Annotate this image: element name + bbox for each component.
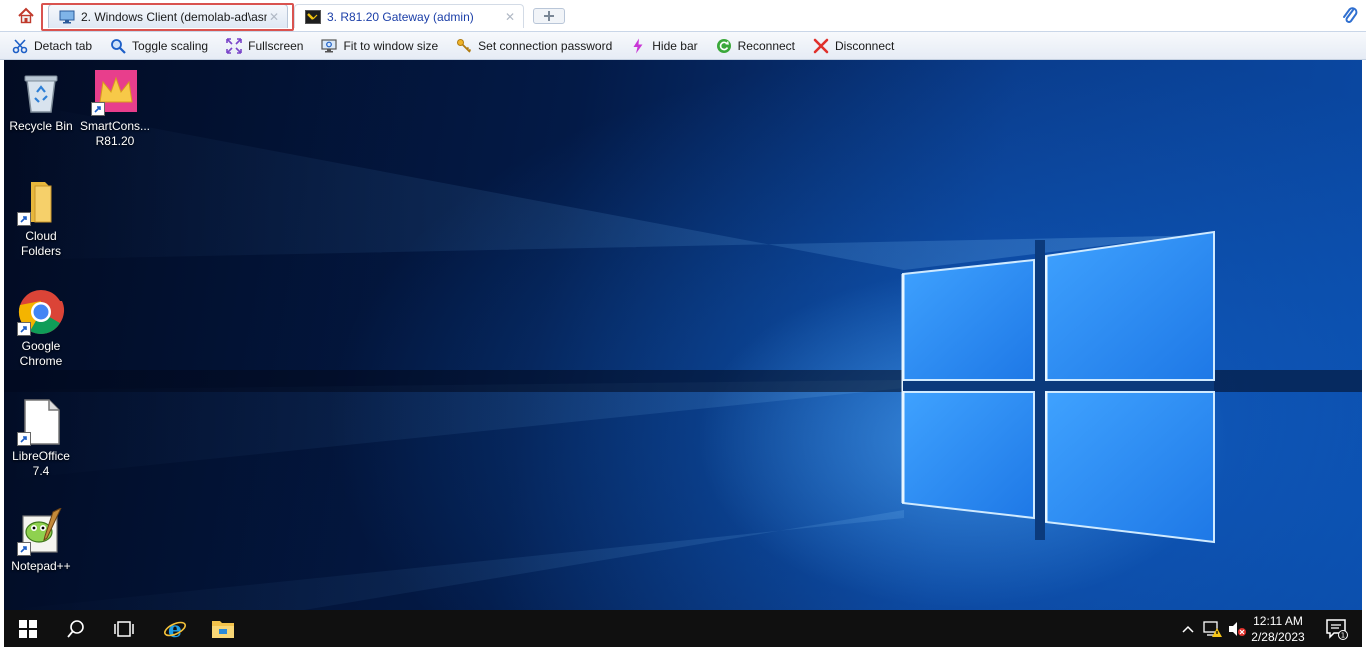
- clock-time: 12:11 AM: [1253, 614, 1303, 628]
- plus-icon: [544, 11, 554, 21]
- remote-desktop[interactable]: Recycle Bin SmartCons... R81.20 Cloud Fo…: [4, 60, 1362, 610]
- task-view-icon: [114, 620, 134, 637]
- smartconsole-icon: [91, 68, 139, 116]
- tab-r81-gateway[interactable]: 3. R81.20 Gateway (admin) ✕: [294, 4, 524, 28]
- tab-label: 2. Windows Client (demolab-ad\asmi: [81, 9, 267, 24]
- internet-explorer-icon: e: [164, 617, 186, 641]
- desktop-icon-smartconsole[interactable]: SmartCons... R81.20: [78, 68, 152, 149]
- hide-bar-label: Hide bar: [652, 38, 698, 53]
- desktop-icon-recycle-bin[interactable]: Recycle Bin: [4, 68, 78, 134]
- shortcut-arrow-icon: [17, 542, 31, 556]
- detach-tab-label: Detach tab: [34, 38, 93, 53]
- search-button[interactable]: [56, 610, 96, 647]
- red-x-icon: [813, 38, 829, 53]
- paperclip-icon[interactable]: [1342, 6, 1358, 26]
- scissors-icon: [12, 38, 28, 53]
- taskbar: e 12:11 AM 2/28/2023 1: [4, 610, 1362, 647]
- tab-strip: 2. Windows Client (demolab-ad\asmi ✕ 3. …: [0, 0, 1366, 32]
- notification-icon: 1: [1326, 618, 1348, 640]
- desktop-icon-label: Cloud Folders: [20, 229, 61, 258]
- fit-to-window-label: Fit to window size: [343, 38, 439, 53]
- notification-count: 1: [1341, 631, 1345, 639]
- desktop-icon-label: Notepad++: [11, 559, 71, 573]
- start-button[interactable]: [8, 610, 48, 647]
- folder-icon: [17, 178, 65, 226]
- monitor-icon: [59, 10, 75, 23]
- file-explorer-button[interactable]: [202, 610, 244, 647]
- desktop-icon-cloud-folders[interactable]: Cloud Folders: [4, 178, 78, 259]
- shortcut-arrow-icon: [17, 212, 31, 226]
- hide-bar-button[interactable]: Hide bar: [626, 34, 701, 58]
- search-icon: [67, 619, 84, 638]
- disconnect-label: Disconnect: [835, 38, 895, 53]
- reconnect-label: Reconnect: [737, 38, 795, 53]
- action-center-button[interactable]: 1: [1320, 610, 1354, 647]
- monitor-fit-icon: [321, 38, 338, 52]
- desktop-icon-notepadpp[interactable]: Notepad++: [4, 506, 78, 574]
- internet-explorer-button[interactable]: e: [154, 610, 196, 647]
- home-button[interactable]: [14, 5, 38, 27]
- chevron-up-icon: [1182, 625, 1194, 633]
- desktop-icon-label: SmartCons... R81.20: [79, 119, 151, 148]
- home-icon: [18, 7, 34, 24]
- key-icon: [457, 38, 472, 53]
- file-explorer-icon: [212, 620, 234, 638]
- reconnect-button[interactable]: Reconnect: [712, 34, 799, 58]
- desktop-icon-libreoffice[interactable]: LibreOffice 7.4: [4, 398, 78, 479]
- tab-label: 3. R81.20 Gateway (admin): [327, 9, 474, 24]
- volume-tray-button[interactable]: [1226, 610, 1248, 647]
- fit-to-window-button[interactable]: Fit to window size: [317, 34, 442, 58]
- fullscreen-button[interactable]: Fullscreen: [222, 34, 307, 58]
- svg-text:e: e: [168, 617, 182, 641]
- notepadpp-icon: [17, 506, 65, 556]
- clock[interactable]: 12:11 AM 2/28/2023: [1248, 613, 1308, 645]
- magnifier-icon: [111, 38, 126, 54]
- set-password-button[interactable]: Set connection password: [452, 34, 616, 58]
- expand-arrows-icon: [226, 37, 242, 54]
- tab-windows-client[interactable]: 2. Windows Client (demolab-ad\asmi ✕: [48, 4, 288, 28]
- windows-wallpaper: [4, 100, 1362, 610]
- windows-logo-icon: [19, 619, 37, 638]
- close-icon[interactable]: ✕: [503, 10, 517, 24]
- set-password-label: Set connection password: [478, 38, 613, 53]
- tray-chevron-button[interactable]: [1178, 610, 1198, 647]
- task-view-button[interactable]: [104, 610, 144, 647]
- disconnect-button[interactable]: Disconnect: [809, 34, 898, 58]
- detach-tab-button[interactable]: Detach tab: [8, 34, 96, 58]
- toggle-scaling-label: Toggle scaling: [132, 38, 209, 53]
- speaker-muted-icon: [1229, 621, 1246, 636]
- lightning-icon: [633, 38, 643, 53]
- network-warning-icon: [1203, 620, 1222, 637]
- terminal-icon: [305, 9, 321, 24]
- shortcut-arrow-icon: [91, 102, 105, 116]
- desktop-icon-label: Recycle Bin: [9, 119, 73, 133]
- toggle-scaling-button[interactable]: Toggle scaling: [106, 34, 212, 58]
- document-icon: [17, 398, 65, 446]
- recycle-bin-icon: [17, 68, 65, 116]
- new-tab-button[interactable]: [533, 8, 565, 24]
- reconnect-icon: [716, 38, 731, 53]
- shortcut-arrow-icon: [17, 322, 31, 336]
- fullscreen-label: Fullscreen: [248, 38, 304, 53]
- close-icon[interactable]: ✕: [267, 10, 281, 24]
- chrome-icon: [17, 288, 65, 336]
- shortcut-arrow-icon: [17, 432, 31, 446]
- session-toolbar: Detach tab Toggle scaling Fullscreen Fit…: [0, 32, 1366, 60]
- desktop-icon-label: LibreOffice 7.4: [12, 449, 70, 478]
- clock-date: 2/28/2023: [1251, 630, 1305, 644]
- desktop-icon-label: Google Chrome: [19, 339, 63, 368]
- desktop-icon-google-chrome[interactable]: Google Chrome: [4, 288, 78, 369]
- network-tray-button[interactable]: [1202, 610, 1224, 647]
